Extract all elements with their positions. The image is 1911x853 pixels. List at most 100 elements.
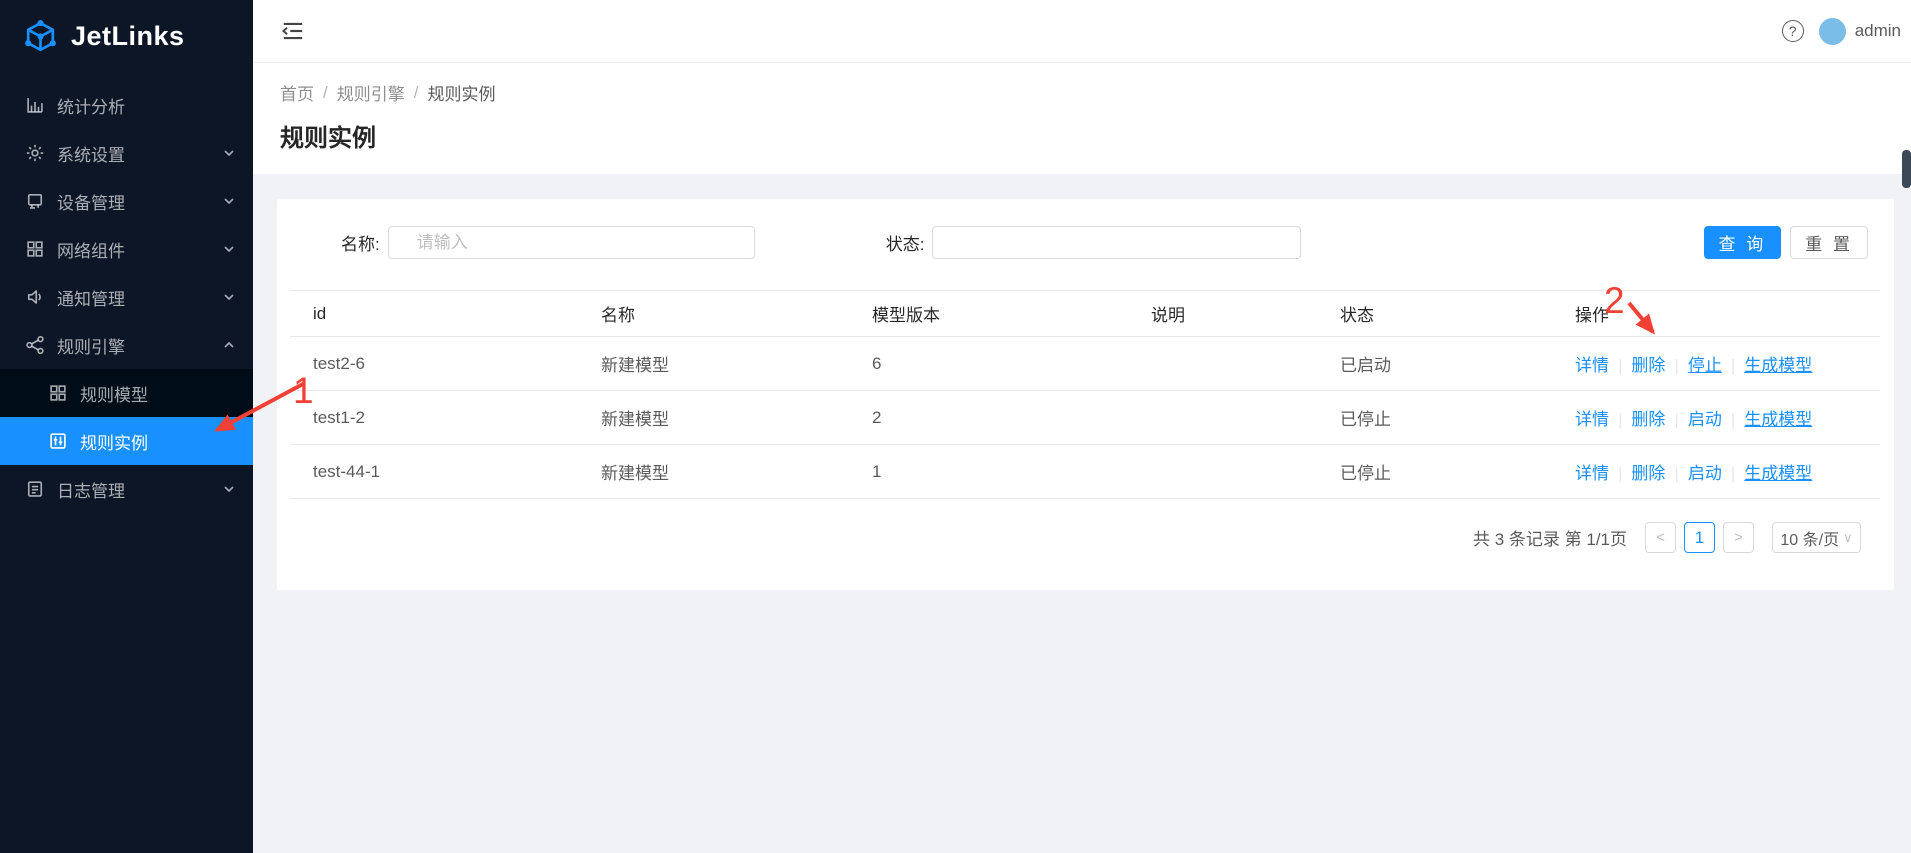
sidebar-item-device[interactable]: 设备管理 bbox=[0, 177, 253, 225]
page-1-button[interactable]: 1 bbox=[1684, 522, 1715, 553]
breadcrumb-home[interactable]: 首页 bbox=[280, 80, 314, 105]
sidebar-item-system[interactable]: 系统设置 bbox=[0, 129, 253, 177]
action-link[interactable]: 详情 bbox=[1575, 410, 1609, 429]
breadcrumb: 首页 / 规则引擎 / 规则实例 bbox=[280, 80, 1887, 105]
status-filter-select[interactable] bbox=[932, 226, 1301, 259]
page-size-value: 10 条/页 bbox=[1780, 526, 1839, 550]
status-group: 状态: bbox=[886, 226, 1302, 259]
sidebar-item-network[interactable]: 网络组件 bbox=[0, 225, 253, 273]
cell-description bbox=[1128, 445, 1317, 499]
action-link[interactable]: 生成模型 bbox=[1744, 410, 1812, 429]
app-window: JetLinks 统计分析系统设置设备管理网络组件通知管理规则引擎规则模型规则实… bbox=[0, 0, 1911, 853]
cell-description bbox=[1128, 391, 1317, 445]
action-link[interactable]: 生成模型 bbox=[1744, 356, 1812, 375]
sidebar-item-label: 规则实例 bbox=[80, 429, 148, 454]
cell-version: 1 bbox=[849, 445, 1128, 499]
column-header: 说明 bbox=[1128, 291, 1317, 337]
sidebar-item-label: 日志管理 bbox=[57, 477, 125, 502]
scrollbar-thumb[interactable] bbox=[1902, 150, 1911, 188]
action-link[interactable]: 删除 bbox=[1631, 410, 1665, 429]
jetlinks-cube-icon bbox=[22, 18, 59, 55]
page-size-select[interactable]: 10 条/页 ∨ bbox=[1772, 522, 1861, 553]
action-link[interactable]: 启动 bbox=[1688, 410, 1722, 429]
name-filter-input[interactable] bbox=[388, 226, 755, 259]
main-area: ? admin 首页 / 规则引擎 / 规则实例 规则实例 名称: bbox=[253, 0, 1911, 853]
sidebar-item-label: 规则模型 bbox=[80, 381, 148, 406]
chevron-down-icon bbox=[223, 195, 235, 207]
cell-version: 6 bbox=[849, 337, 1128, 391]
topbar-right: ? admin bbox=[1782, 18, 1901, 45]
action-link[interactable]: 启动 bbox=[1688, 464, 1722, 483]
brand-logo[interactable]: JetLinks bbox=[0, 0, 253, 72]
cell-version: 2 bbox=[849, 391, 1128, 445]
chevron-down-icon bbox=[223, 483, 235, 495]
table-body: test2-6新建模型6已启动详情|删除|停止|生成模型test1-2新建模型2… bbox=[290, 337, 1880, 499]
chevron-down-icon: ∨ bbox=[1843, 530, 1853, 546]
table-row: test2-6新建模型6 已启动 详情 | 删除 | 停止 | 生成模型 bbox=[290, 337, 1880, 391]
cell-actions: 详情|删除|启动|生成模型 bbox=[1552, 391, 1880, 445]
sidebar-item-label: 设备管理 bbox=[57, 189, 125, 214]
action-link[interactable]: 生成模型 bbox=[1744, 464, 1812, 483]
sidebar-submenu: 规则模型规则实例 bbox=[0, 369, 253, 465]
table-wrap: id名称模型版本说明状态操作 test2-6新建模型6已启动详情|删除|停止|生… bbox=[290, 290, 1880, 499]
control-icon bbox=[48, 431, 68, 451]
card: 名称: 状态: 查 询 重 置 bbox=[277, 199, 1894, 590]
menu-fold-icon[interactable] bbox=[280, 18, 306, 44]
help-icon[interactable]: ? bbox=[1782, 20, 1804, 42]
column-header: 模型版本 bbox=[849, 291, 1128, 337]
action-link[interactable]: 删除 bbox=[1631, 356, 1665, 375]
action-link[interactable]: 停止 bbox=[1688, 356, 1722, 375]
cell-status: 已停止 bbox=[1317, 391, 1552, 445]
sidebar-item-log[interactable]: 日志管理 bbox=[0, 465, 253, 513]
cell-actions: 详情 | 删除 | 停止 | 生成模型 bbox=[1552, 337, 1880, 391]
query-button[interactable]: 查 询 bbox=[1704, 226, 1782, 259]
table-row: test-44-1新建模型1已停止详情|删除|启动|生成模型 bbox=[290, 445, 1880, 499]
sidebar-item-statistics[interactable]: 统计分析 bbox=[0, 81, 253, 129]
filter-buttons: 查 询 重 置 bbox=[1704, 226, 1868, 259]
sidebar-item-rule-instance[interactable]: 规则实例 bbox=[0, 417, 253, 465]
action-separator: | bbox=[1674, 356, 1678, 375]
breadcrumb-rule-engine[interactable]: 规则引擎 bbox=[337, 80, 405, 105]
action-link[interactable]: 删除 bbox=[1631, 464, 1665, 483]
cell-name: 新建模型 bbox=[578, 445, 849, 499]
name-filter-label: 名称: bbox=[341, 230, 380, 255]
cell-name: 新建模型 bbox=[578, 391, 849, 445]
grid-icon bbox=[48, 383, 68, 403]
pagination-summary: 共 3 条记录 第 1/1页 bbox=[1473, 525, 1627, 550]
next-page-button[interactable]: > bbox=[1723, 522, 1754, 553]
sidebar-menu: 统计分析系统设置设备管理网络组件通知管理规则引擎规则模型规则实例日志管理 bbox=[0, 72, 253, 513]
action-separator: | bbox=[1618, 356, 1622, 375]
action-separator: | bbox=[1618, 410, 1622, 429]
brand-name: JetLinks bbox=[71, 21, 185, 52]
table-row: test1-2新建模型2已停止详情|删除|启动|生成模型 bbox=[290, 391, 1880, 445]
sound-icon bbox=[25, 287, 45, 307]
rule-instance-table: id名称模型版本说明状态操作 test2-6新建模型6已启动详情|删除|停止|生… bbox=[290, 290, 1880, 499]
action-separator: | bbox=[1618, 464, 1622, 483]
cell-status: 已停止 bbox=[1317, 445, 1552, 499]
sidebar-item-label: 规则引擎 bbox=[57, 333, 125, 358]
action-link[interactable]: 详情 bbox=[1575, 356, 1609, 375]
device-icon bbox=[25, 191, 45, 211]
breadcrumb-separator: / bbox=[414, 83, 419, 103]
user-menu[interactable]: admin bbox=[1819, 18, 1901, 45]
reset-button[interactable]: 重 置 bbox=[1790, 226, 1868, 259]
content: 名称: 状态: 查 询 重 置 bbox=[253, 174, 1911, 590]
status-filter-label: 状态: bbox=[886, 230, 925, 255]
cell-status: 已启动 bbox=[1317, 337, 1552, 391]
column-header: 名称 bbox=[578, 291, 849, 337]
sidebar-item-notification[interactable]: 通知管理 bbox=[0, 273, 253, 321]
sidebar-item-label: 通知管理 bbox=[57, 285, 125, 310]
prev-page-button[interactable]: < bbox=[1645, 522, 1676, 553]
sidebar-item-rule-engine[interactable]: 规则引擎 bbox=[0, 321, 253, 369]
action-separator: | bbox=[1731, 356, 1735, 375]
column-header: 状态 bbox=[1317, 291, 1552, 337]
cell-id: test-44-1 bbox=[290, 445, 578, 499]
cell-id: test2-6 bbox=[290, 337, 578, 391]
cell-name: 新建模型 bbox=[578, 337, 849, 391]
chevron-up-icon bbox=[223, 339, 235, 351]
sidebar-item-rule-model[interactable]: 规则模型 bbox=[0, 369, 253, 417]
pagination: 共 3 条记录 第 1/1页 < 1 > 10 条/页 ∨ bbox=[277, 522, 1861, 553]
avatar bbox=[1819, 18, 1846, 45]
cell-actions: 详情|删除|启动|生成模型 bbox=[1552, 445, 1880, 499]
action-link[interactable]: 详情 bbox=[1575, 464, 1609, 483]
